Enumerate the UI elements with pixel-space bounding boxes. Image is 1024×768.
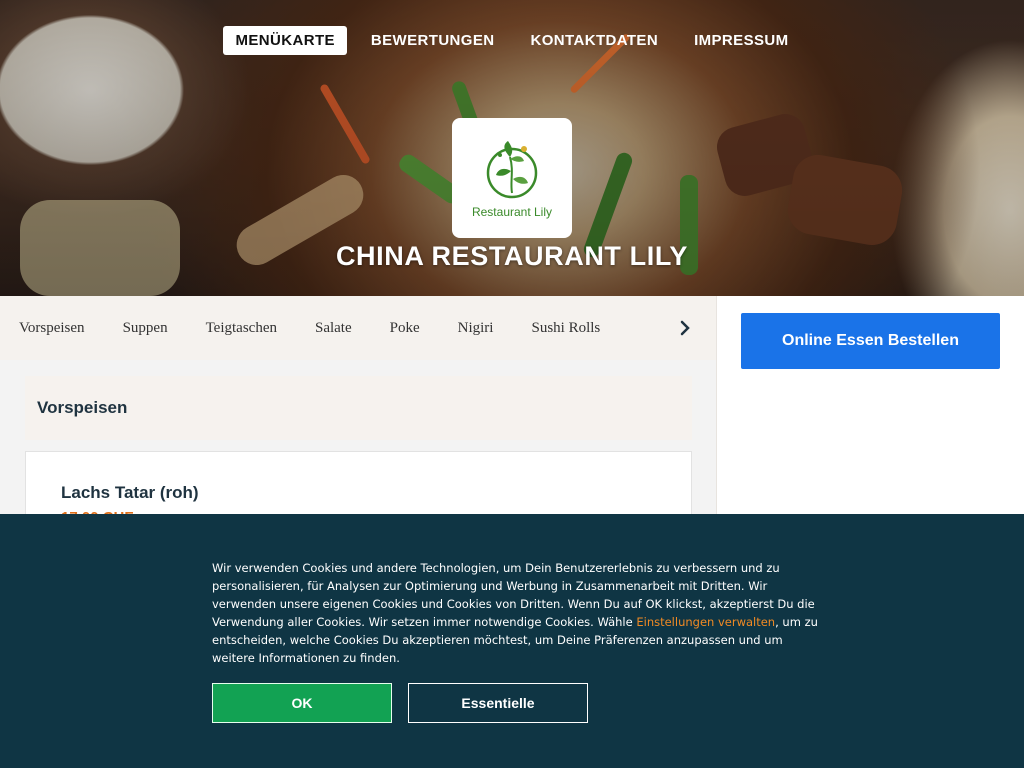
top-navigation: MENÜKARTE BEWERTUNGEN KONTAKTDATEN IMPRE… <box>0 26 1024 55</box>
category-teigtaschen[interactable]: Teigtaschen <box>206 320 277 337</box>
order-online-button[interactable]: Online Essen Bestellen <box>741 313 1000 369</box>
section-title: Vorspeisen <box>37 398 128 417</box>
category-salate[interactable]: Salate <box>315 320 352 337</box>
nav-item-kontaktdaten[interactable]: KONTAKTDATEN <box>519 26 671 55</box>
nav-item-menuekarte[interactable]: MENÜKARTE <box>223 26 347 55</box>
lily-flower-logo-icon <box>486 141 538 199</box>
category-sushi-rolls[interactable]: Sushi Rolls <box>531 320 600 337</box>
category-nigiri[interactable]: Nigiri <box>458 320 494 337</box>
category-suppen[interactable]: Suppen <box>123 320 168 337</box>
cookie-text: Wir verwenden Cookies und andere Technol… <box>212 559 820 667</box>
cookie-settings-link[interactable]: Einstellungen verwalten <box>636 615 775 629</box>
restaurant-title: CHINA RESTAURANT LILY <box>335 241 689 271</box>
logo-text: Restaurant Lily <box>471 205 553 219</box>
category-bar: Vorspeisen Suppen Teigtaschen Salate Pok… <box>0 296 716 360</box>
restaurant-logo: Restaurant Lily <box>452 118 572 238</box>
cookie-essential-button[interactable]: Essentielle <box>408 683 588 723</box>
chevron-right-icon[interactable] <box>676 318 694 338</box>
category-vorspeisen[interactable]: Vorspeisen <box>19 320 85 337</box>
dish-name: Lachs Tatar (roh) <box>61 483 199 502</box>
cookie-banner: Wir verwenden Cookies und andere Technol… <box>0 514 1024 768</box>
menu-section-header: Vorspeisen <box>25 376 692 440</box>
cookie-ok-button[interactable]: OK <box>212 683 392 723</box>
category-poke[interactable]: Poke <box>390 320 420 337</box>
nav-item-impressum[interactable]: IMPRESSUM <box>682 26 800 55</box>
nav-item-bewertungen[interactable]: BEWERTUNGEN <box>359 26 507 55</box>
